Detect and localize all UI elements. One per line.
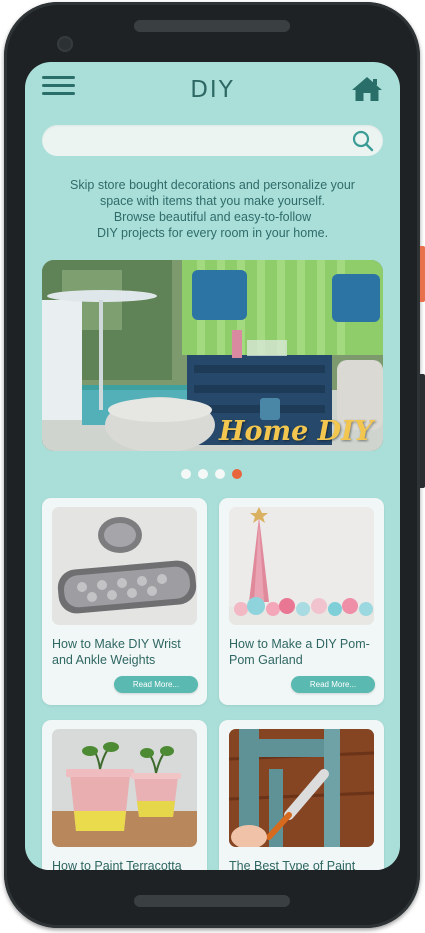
project-title: How to Make a DIY Pom-Pom Garland: [229, 637, 370, 667]
intro-text: Skip store bought decorations and person…: [45, 177, 380, 241]
project-card[interactable]: How to Make a DIY Pom-Pom Garland Read M…: [219, 498, 384, 705]
hero-carousel-slide[interactable]: Home DIY: [42, 260, 383, 451]
bottom-speaker: [134, 895, 290, 907]
project-card[interactable]: The Best Type of Paint: [219, 720, 384, 870]
front-camera: [57, 36, 73, 52]
app-title: DIY: [190, 77, 235, 103]
home-icon[interactable]: [351, 76, 383, 102]
hero-caption: Home DIY: [219, 416, 373, 447]
volume-button[interactable]: [420, 374, 425, 488]
project-thumbnail: [52, 507, 197, 625]
intro-line: DIY projects for every room in your home…: [96, 226, 329, 240]
project-title: The Best Type of Paint: [229, 859, 356, 870]
read-more-button[interactable]: Read More...: [114, 676, 198, 693]
intro-line: Browse beautiful and easy-to-follow: [113, 210, 312, 224]
project-card[interactable]: How to Paint Terracotta: [42, 720, 207, 870]
carousel-dot[interactable]: [181, 469, 191, 479]
carousel-indicator: [181, 469, 242, 479]
app-screen: DIY Skip store bought decorations and pe…: [25, 62, 400, 870]
carousel-dot[interactable]: [198, 469, 208, 479]
project-thumbnail: [52, 729, 197, 847]
project-thumbnail: [229, 507, 374, 625]
carousel-dot-active[interactable]: [232, 469, 242, 479]
project-title: How to Paint Terracotta: [52, 859, 182, 870]
project-card[interactable]: How to Make DIY Wrist and Ankle Weights …: [42, 498, 207, 705]
search-bar: [42, 125, 383, 156]
intro-line: Skip store bought decorations and person…: [70, 178, 355, 192]
power-button[interactable]: [420, 246, 425, 302]
search-icon[interactable]: [352, 130, 374, 152]
search-input[interactable]: [42, 125, 383, 156]
project-title: How to Make DIY Wrist and Ankle Weights: [52, 637, 181, 667]
read-more-button[interactable]: Read More...: [291, 676, 375, 693]
intro-line: space with items that you make yourself.: [99, 194, 326, 208]
project-thumbnail: [229, 729, 374, 847]
earpiece-speaker: [134, 20, 290, 32]
carousel-dot[interactable]: [215, 469, 225, 479]
